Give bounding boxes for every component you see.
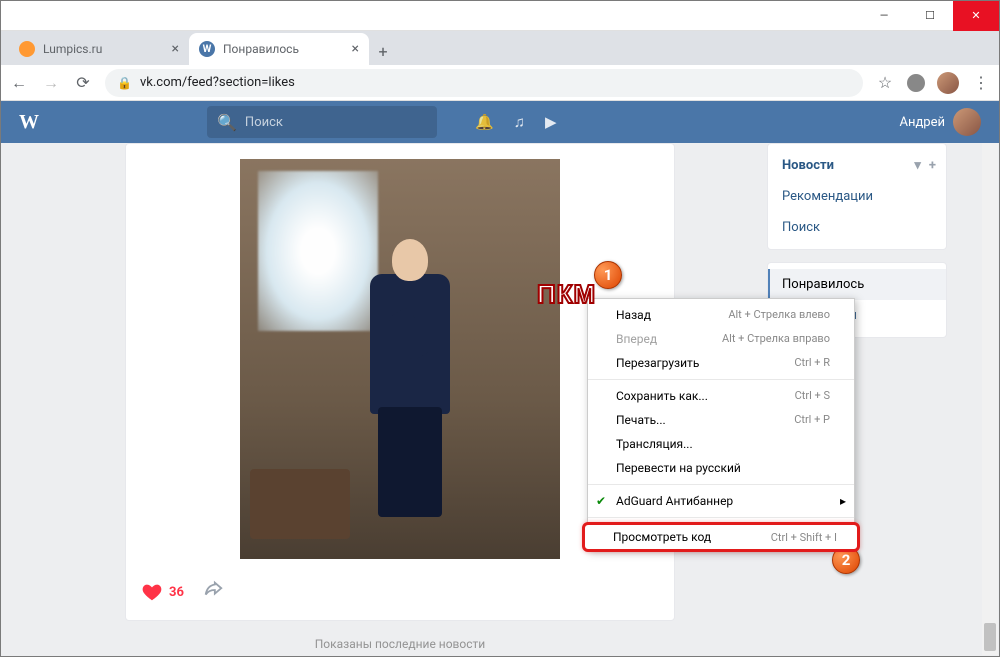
context-menu: НазадAlt + Стрелка влево ВпередAlt + Стр…: [587, 298, 855, 551]
extension-icon[interactable]: [907, 74, 925, 92]
ctx-inspect-highlighted[interactable]: Просмотреть код Ctrl + Shift + I: [582, 522, 860, 552]
new-tab-button[interactable]: +: [369, 37, 397, 65]
lock-icon: 🔒: [117, 76, 132, 90]
tab-label: Lumpics.ru: [43, 42, 102, 56]
browser-window: — ☐ ✕ Lumpics.ru × W Понравилось × + ← →…: [0, 0, 1000, 657]
tab-vk-liked[interactable]: W Понравилось ×: [189, 33, 369, 65]
tab-close-icon[interactable]: ×: [172, 41, 179, 57]
extensions-area: ⋮: [907, 72, 991, 94]
ctx-cast[interactable]: Трансляция...: [588, 432, 854, 456]
nav-forward-button[interactable]: →: [41, 73, 61, 93]
window-minimize-button[interactable]: —: [861, 1, 907, 31]
favicon-icon: [19, 41, 35, 57]
like-button[interactable]: 36: [141, 581, 184, 603]
browser-menu-button[interactable]: ⋮: [971, 73, 991, 93]
window-titlebar: — ☐ ✕: [1, 1, 999, 31]
like-count: 36: [169, 585, 184, 600]
window-close-button[interactable]: ✕: [953, 1, 999, 31]
vk-search-box[interactable]: 🔍: [207, 106, 437, 138]
tab-strip: Lumpics.ru × W Понравилось × +: [1, 31, 999, 65]
nav-back-button[interactable]: ←: [9, 73, 29, 93]
notifications-icon[interactable]: 🔔: [475, 113, 494, 131]
vk-user-avatar: [953, 108, 981, 136]
vk-logo[interactable]: W: [19, 111, 39, 134]
vk-header-icons: 🔔 ♫ ▶: [475, 113, 556, 131]
url-text: vk.com/feed?section=likes: [140, 75, 295, 90]
url-input[interactable]: 🔒 vk.com/feed?section=likes: [105, 69, 863, 97]
search-icon: 🔍: [217, 113, 237, 132]
play-icon[interactable]: ▶: [545, 113, 557, 131]
vk-header: W 🔍 🔔 ♫ ▶ Андрей: [1, 101, 999, 143]
ctx-reload[interactable]: ПерезагрузитьCtrl + R: [588, 351, 854, 375]
sidebar-item-recommendations[interactable]: Рекомендации: [768, 181, 946, 212]
window-maximize-button[interactable]: ☐: [907, 1, 953, 31]
check-icon: ✔: [596, 494, 606, 508]
bookmark-star-icon[interactable]: ☆: [875, 73, 895, 93]
annotation-pkm-label: ПКМ: [537, 279, 596, 310]
tab-close-icon[interactable]: ×: [352, 41, 359, 57]
annotation-circle-1: 1: [594, 261, 622, 289]
share-button[interactable]: [202, 579, 224, 605]
vk-user-menu[interactable]: Андрей: [899, 108, 981, 136]
sidebar-item-news[interactable]: Новости ▾ +: [768, 150, 946, 181]
vk-username: Андрей: [899, 115, 945, 130]
profile-avatar-button[interactable]: [937, 72, 959, 94]
scrollbar-thumb[interactable]: [984, 623, 996, 651]
share-icon: [202, 579, 224, 601]
ctx-adguard[interactable]: ✔AdGuard Антибаннер▸: [588, 489, 854, 513]
sidebar-item-liked[interactable]: Понравилось: [768, 269, 946, 300]
ctx-back[interactable]: НазадAlt + Стрелка влево: [588, 303, 854, 327]
favicon-icon: W: [199, 41, 215, 57]
submenu-arrow-icon: ▸: [840, 494, 846, 508]
sidebar-item-search[interactable]: Поиск: [768, 212, 946, 243]
music-icon[interactable]: ♫: [514, 113, 525, 131]
plus-icon[interactable]: +: [929, 158, 936, 173]
ctx-forward[interactable]: ВпередAlt + Стрелка вправо: [588, 327, 854, 351]
address-bar: ← → ⟳ 🔒 vk.com/feed?section=likes ☆ ⋮: [1, 65, 999, 101]
sidebar-box-main: Новости ▾ + Рекомендации Поиск: [767, 143, 947, 250]
post-photo[interactable]: [240, 159, 560, 559]
heart-icon: [141, 581, 163, 603]
vk-search-input[interactable]: [245, 115, 427, 130]
vertical-scrollbar[interactable]: [982, 143, 998, 655]
post-actions: 36: [141, 571, 659, 605]
ctx-translate[interactable]: Перевести на русский: [588, 456, 854, 480]
nav-reload-button[interactable]: ⟳: [73, 73, 93, 93]
tab-lumpics[interactable]: Lumpics.ru ×: [9, 33, 189, 65]
ctx-print[interactable]: Печать...Ctrl + P: [588, 408, 854, 432]
filter-icon[interactable]: ▾: [914, 158, 921, 173]
feed-footer-text: Показаны последние новости: [125, 621, 675, 656]
ctx-save-as[interactable]: Сохранить как...Ctrl + S: [588, 384, 854, 408]
tab-label: Понравилось: [223, 42, 299, 56]
